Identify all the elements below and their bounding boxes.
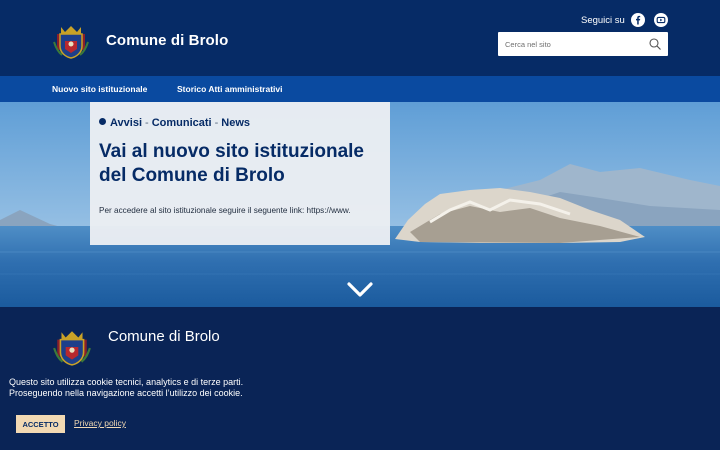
scroll-down-chevron-icon[interactable] — [347, 282, 373, 298]
category-avvisi[interactable]: Avvisi — [110, 117, 142, 129]
youtube-icon[interactable] — [654, 13, 668, 27]
news-title[interactable]: Vai al nuovo sito istituzionale del Comu… — [99, 140, 384, 188]
search-icon[interactable] — [648, 37, 662, 51]
news-text: Per accedere al sito istituzionale segui… — [99, 206, 351, 215]
nav-item-nuovo-sito[interactable]: Nuovo sito istituzionale — [52, 84, 147, 94]
site-header: Comune di Brolo Seguici su — [0, 0, 720, 76]
privacy-policy-link[interactable]: Privacy policy — [74, 418, 126, 428]
search-input[interactable] — [498, 32, 638, 56]
facebook-icon[interactable] — [631, 13, 645, 27]
category-news[interactable]: News — [221, 117, 250, 129]
footer-coat-of-arms-logo — [53, 331, 91, 366]
coat-of-arms-logo[interactable] — [52, 22, 90, 60]
site-title[interactable]: Comune di Brolo — [106, 32, 228, 49]
footer-site-title: Comune di Brolo — [108, 328, 220, 345]
news-card[interactable]: Avvisi - Comunicati - News Vai al nuovo sito… — [90, 102, 390, 245]
hero-section: Avvisi - Comunicati - News Vai al nuovo sito… — [0, 102, 720, 307]
category-comunicati[interactable]: Comunicati — [152, 117, 212, 129]
category-separator: - — [145, 117, 149, 129]
nav-item-storico-atti[interactable]: Storico Atti amministrativi — [177, 84, 282, 94]
cookie-notice-line-2: Proseguendo nella navigazione accetti l’… — [9, 388, 243, 398]
site-footer: Comune di Brolo Questo sito utilizza coo… — [0, 307, 720, 450]
news-categories: Avvisi - Comunicati - News — [99, 117, 250, 129]
category-separator: - — [214, 117, 219, 129]
bullet-dot-icon — [99, 118, 106, 125]
search-box — [498, 32, 668, 56]
main-nav: Nuovo sito istituzionale Storico Atti am… — [0, 76, 720, 102]
cookie-notice: Questo sito utilizza cookie tecnici, ana… — [9, 377, 243, 399]
social-label: Seguici su — [581, 15, 625, 26]
accept-cookies-button[interactable]: ACCETTO — [16, 415, 65, 433]
cookie-notice-line-1: Questo sito utilizza cookie tecnici, ana… — [9, 377, 244, 387]
